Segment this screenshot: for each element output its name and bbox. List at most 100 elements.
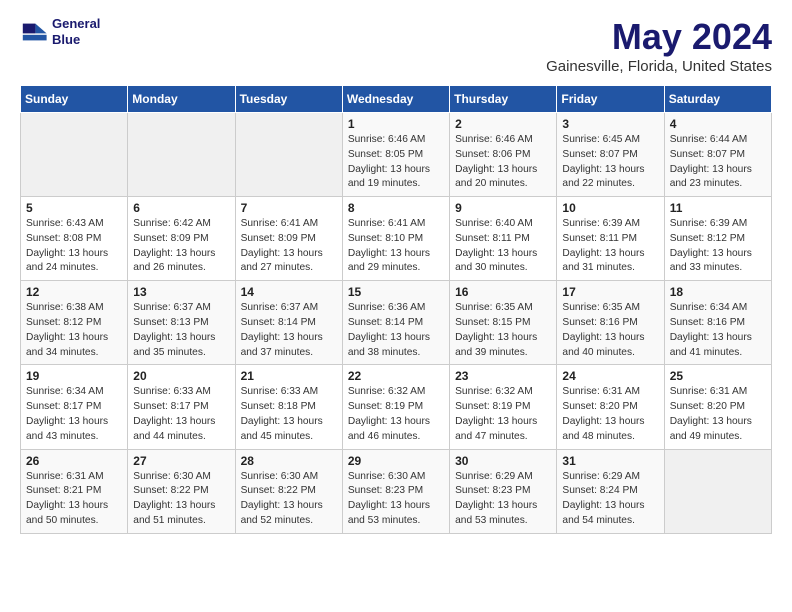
week-row-1: 1Sunrise: 6:46 AM Sunset: 8:05 PM Daylig… bbox=[21, 113, 772, 197]
day-cell: 25Sunrise: 6:31 AM Sunset: 8:20 PM Dayli… bbox=[664, 365, 771, 449]
calendar-header: SundayMondayTuesdayWednesdayThursdayFrid… bbox=[21, 86, 772, 113]
day-info: Sunrise: 6:32 AM Sunset: 8:19 PM Dayligh… bbox=[348, 385, 444, 444]
day-number: 22 bbox=[348, 369, 444, 383]
day-cell bbox=[21, 113, 128, 197]
subtitle: Gainesville, Florida, United States bbox=[546, 58, 772, 75]
header-cell-thursday: Thursday bbox=[450, 86, 557, 113]
day-number: 12 bbox=[26, 285, 122, 299]
logo-line2: Blue bbox=[52, 32, 100, 48]
calendar-table: SundayMondayTuesdayWednesdayThursdayFrid… bbox=[20, 85, 772, 534]
logo-line1: General bbox=[52, 16, 100, 32]
day-cell bbox=[235, 113, 342, 197]
day-cell: 8Sunrise: 6:41 AM Sunset: 8:10 PM Daylig… bbox=[342, 197, 449, 281]
day-cell: 29 Sunrise: 6:30 AM Sunset: 8:23 PM Dayli… bbox=[342, 449, 449, 533]
day-info: Sunrise: 6:46 AM Sunset: 8:06 PM Dayligh… bbox=[455, 133, 551, 192]
day-cell: 16 Sunrise: 6:35 AM Sunset: 8:15 PM Dayli… bbox=[450, 281, 557, 365]
day-info: Sunrise: 6:31 AM Sunset: 8:21 PM Dayligh… bbox=[26, 470, 122, 529]
day-info: Sunrise: 6:34 AM Sunset: 8:16 PM Dayligh… bbox=[670, 301, 766, 360]
day-number: 28 bbox=[241, 454, 337, 468]
day-number: 26 bbox=[26, 454, 122, 468]
day-info: Sunrise: 6:29 AM Sunset: 8:23 PM Dayligh… bbox=[455, 470, 551, 529]
day-number: 6 bbox=[133, 201, 229, 215]
week-row-4: 19 Sunrise: 6:34 AM Sunset: 8:17 PM Dayli… bbox=[21, 365, 772, 449]
day-info: Sunrise: 6:33 AM Sunset: 8:17 PM Dayligh… bbox=[133, 385, 229, 444]
day-number: 8 bbox=[348, 201, 444, 215]
day-cell: 15 Sunrise: 6:36 AM Sunset: 8:14 PM Dayli… bbox=[342, 281, 449, 365]
day-number: 18 bbox=[670, 285, 766, 299]
day-number: 11 bbox=[670, 201, 766, 215]
day-cell: 28Sunrise: 6:30 AM Sunset: 8:22 PM Dayli… bbox=[235, 449, 342, 533]
day-cell: 18 Sunrise: 6:34 AM Sunset: 8:16 PM Dayli… bbox=[664, 281, 771, 365]
main-title: May 2024 bbox=[546, 16, 772, 58]
day-cell: 12Sunrise: 6:38 AM Sunset: 8:12 PM Dayli… bbox=[21, 281, 128, 365]
day-info: Sunrise: 6:30 AM Sunset: 8:23 PM Dayligh… bbox=[348, 470, 444, 529]
day-number: 15 bbox=[348, 285, 444, 299]
day-cell: 10 Sunrise: 6:39 AM Sunset: 8:11 PM Dayli… bbox=[557, 197, 664, 281]
day-info: Sunrise: 6:36 AM Sunset: 8:14 PM Dayligh… bbox=[348, 301, 444, 360]
day-info: Sunrise: 6:35 AM Sunset: 8:15 PM Dayligh… bbox=[455, 301, 551, 360]
day-number: 3 bbox=[562, 117, 658, 131]
week-row-2: 5Sunrise: 6:43 AM Sunset: 8:08 PM Daylig… bbox=[21, 197, 772, 281]
day-cell: 19 Sunrise: 6:34 AM Sunset: 8:17 PM Dayli… bbox=[21, 365, 128, 449]
day-info: Sunrise: 6:42 AM Sunset: 8:09 PM Dayligh… bbox=[133, 217, 229, 276]
day-info: Sunrise: 6:34 AM Sunset: 8:17 PM Dayligh… bbox=[26, 385, 122, 444]
day-info: Sunrise: 6:40 AM Sunset: 8:11 PM Dayligh… bbox=[455, 217, 551, 276]
day-info: Sunrise: 6:45 AM Sunset: 8:07 PM Dayligh… bbox=[562, 133, 658, 192]
day-number: 23 bbox=[455, 369, 551, 383]
day-info: Sunrise: 6:32 AM Sunset: 8:19 PM Dayligh… bbox=[455, 385, 551, 444]
day-cell: 20 Sunrise: 6:33 AM Sunset: 8:17 PM Dayli… bbox=[128, 365, 235, 449]
header-cell-sunday: Sunday bbox=[21, 86, 128, 113]
day-number: 5 bbox=[26, 201, 122, 215]
day-cell: 30Sunrise: 6:29 AM Sunset: 8:23 PM Dayli… bbox=[450, 449, 557, 533]
day-number: 7 bbox=[241, 201, 337, 215]
day-number: 20 bbox=[133, 369, 229, 383]
day-cell: 5Sunrise: 6:43 AM Sunset: 8:08 PM Daylig… bbox=[21, 197, 128, 281]
day-cell: 31 Sunrise: 6:29 AM Sunset: 8:24 PM Dayli… bbox=[557, 449, 664, 533]
day-number: 24 bbox=[562, 369, 658, 383]
header-cell-saturday: Saturday bbox=[664, 86, 771, 113]
day-number: 10 bbox=[562, 201, 658, 215]
day-number: 29 bbox=[348, 454, 444, 468]
week-row-5: 26 Sunrise: 6:31 AM Sunset: 8:21 PM Dayli… bbox=[21, 449, 772, 533]
logo: General Blue bbox=[20, 16, 100, 47]
day-info: Sunrise: 6:37 AM Sunset: 8:13 PM Dayligh… bbox=[133, 301, 229, 360]
header-cell-friday: Friday bbox=[557, 86, 664, 113]
day-number: 31 bbox=[562, 454, 658, 468]
day-info: Sunrise: 6:31 AM Sunset: 8:20 PM Dayligh… bbox=[670, 385, 766, 444]
day-number: 9 bbox=[455, 201, 551, 215]
day-info: Sunrise: 6:37 AM Sunset: 8:14 PM Dayligh… bbox=[241, 301, 337, 360]
day-info: Sunrise: 6:46 AM Sunset: 8:05 PM Dayligh… bbox=[348, 133, 444, 192]
day-info: Sunrise: 6:39 AM Sunset: 8:12 PM Dayligh… bbox=[670, 217, 766, 276]
day-number: 4 bbox=[670, 117, 766, 131]
day-cell: 22 Sunrise: 6:32 AM Sunset: 8:19 PM Dayli… bbox=[342, 365, 449, 449]
day-cell: 13 Sunrise: 6:37 AM Sunset: 8:13 PM Dayli… bbox=[128, 281, 235, 365]
day-cell: 3 Sunrise: 6:45 AM Sunset: 8:07 PM Daylig… bbox=[557, 113, 664, 197]
logo-icon bbox=[20, 18, 48, 46]
day-info: Sunrise: 6:29 AM Sunset: 8:24 PM Dayligh… bbox=[562, 470, 658, 529]
day-number: 17 bbox=[562, 285, 658, 299]
header-row: SundayMondayTuesdayWednesdayThursdayFrid… bbox=[21, 86, 772, 113]
day-info: Sunrise: 6:35 AM Sunset: 8:16 PM Dayligh… bbox=[562, 301, 658, 360]
day-number: 19 bbox=[26, 369, 122, 383]
day-number: 14 bbox=[241, 285, 337, 299]
day-info: Sunrise: 6:39 AM Sunset: 8:11 PM Dayligh… bbox=[562, 217, 658, 276]
day-cell bbox=[664, 449, 771, 533]
day-info: Sunrise: 6:31 AM Sunset: 8:20 PM Dayligh… bbox=[562, 385, 658, 444]
day-info: Sunrise: 6:41 AM Sunset: 8:09 PM Dayligh… bbox=[241, 217, 337, 276]
day-cell: 9 Sunrise: 6:40 AM Sunset: 8:11 PM Daylig… bbox=[450, 197, 557, 281]
day-cell: 24 Sunrise: 6:31 AM Sunset: 8:20 PM Dayli… bbox=[557, 365, 664, 449]
page-header: General Blue May 2024 Gainesville, Flori… bbox=[20, 16, 772, 75]
day-info: Sunrise: 6:30 AM Sunset: 8:22 PM Dayligh… bbox=[133, 470, 229, 529]
header-cell-wednesday: Wednesday bbox=[342, 86, 449, 113]
day-cell: 27Sunrise: 6:30 AM Sunset: 8:22 PM Dayli… bbox=[128, 449, 235, 533]
day-number: 2 bbox=[455, 117, 551, 131]
day-cell: 7 Sunrise: 6:41 AM Sunset: 8:09 PM Daylig… bbox=[235, 197, 342, 281]
day-number: 21 bbox=[241, 369, 337, 383]
day-cell: 21 Sunrise: 6:33 AM Sunset: 8:18 PM Dayli… bbox=[235, 365, 342, 449]
day-number: 13 bbox=[133, 285, 229, 299]
day-cell: 26 Sunrise: 6:31 AM Sunset: 8:21 PM Dayli… bbox=[21, 449, 128, 533]
day-info: Sunrise: 6:44 AM Sunset: 8:07 PM Dayligh… bbox=[670, 133, 766, 192]
day-cell: 4 Sunrise: 6:44 AM Sunset: 8:07 PM Daylig… bbox=[664, 113, 771, 197]
day-info: Sunrise: 6:33 AM Sunset: 8:18 PM Dayligh… bbox=[241, 385, 337, 444]
day-number: 16 bbox=[455, 285, 551, 299]
